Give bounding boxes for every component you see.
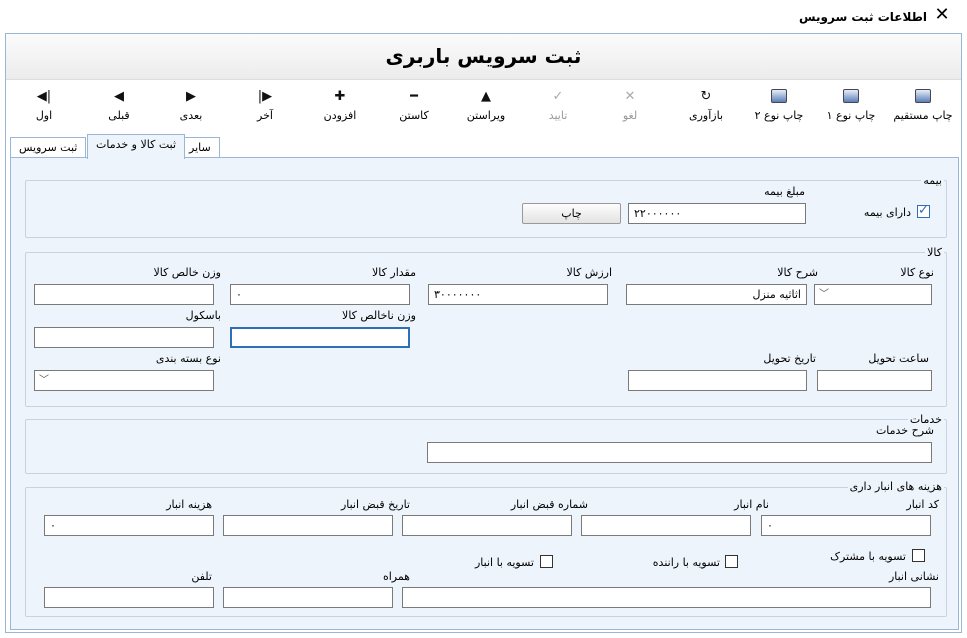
last-record-icon: ▶| [257,89,273,104]
scale-label: باسکول [185,309,221,322]
packing-type-label: نوع بسته بندی [155,352,221,365]
goods-group-label: کالا [925,246,944,259]
has-insurance-label: دارای بیمه [863,206,911,219]
insurance-group-label: بیمه [921,174,944,187]
warehouse-name-field[interactable] [581,515,751,536]
print-type1-button[interactable]: چاپ نوع ۱ [818,89,884,122]
refresh-button[interactable]: ↻ بازآوری [678,89,734,122]
prev-icon: ◀ [114,89,124,104]
goods-type-select[interactable]: ﹀ [814,284,932,305]
page-title: ثبت سرویس باربری [385,44,582,68]
scale-field[interactable] [34,327,214,348]
phone-field[interactable] [44,587,214,608]
warehouse-cost-field[interactable]: ۰ [44,515,214,536]
warehouse-address-field[interactable] [402,587,931,608]
delivery-date-field[interactable] [628,370,807,391]
printer-icon [818,89,884,105]
gross-weight-field[interactable] [230,327,410,348]
edit-button[interactable]: ▲ ویراستن [458,89,514,122]
up-arrow-icon: ▲ [481,89,491,104]
insurance-amount-label: مبلغ بیمه [764,185,805,198]
phone-label: تلفن [191,570,212,583]
settle-warehouse-label: تسویه با انبار [474,556,534,569]
tab-other[interactable]: سایر [180,137,220,158]
insurance-print-button[interactable]: چاپ [522,203,621,224]
next-button[interactable]: ▶ بعدی [168,89,214,122]
warehouse-name-label: نام انبار [734,498,769,511]
warehouse-group-label: هزینه های انبار داری [847,480,944,493]
tab-goods-services[interactable]: ثبت کالا و خدمات [87,134,186,159]
first-record-icon: |◀ [36,89,52,104]
goods-qty-field[interactable]: ۰ [230,284,410,305]
prev-button[interactable]: ◀ قبلی [96,89,142,122]
mobile-field[interactable] [223,587,393,608]
chevron-down-icon: ﹀ [819,289,829,300]
has-insurance-checkbox[interactable] [917,203,930,218]
insurance-amount-field[interactable]: ۲۲۰۰۰۰۰۰ [628,203,806,224]
chevron-down-icon: ﹀ [39,375,49,386]
delivery-date-label: تاریخ تحویل [763,352,816,365]
goods-value-label: ارزش کالا [566,266,612,279]
gross-weight-label: وزن ناخالص کالا [342,309,416,322]
settle-driver-checkbox[interactable] [725,555,738,568]
add-button[interactable]: ✚ افزودن [312,89,368,122]
cancel-icon: ✕ [624,89,636,104]
warehouse-code-label: کد انبار [906,498,939,511]
warehouse-address-label: نشانی انبار [888,570,939,583]
goods-type-label: نوع کالا [900,266,934,279]
goods-value-field[interactable]: ۳۰۰۰۰۰۰۰ [428,284,608,305]
direct-print-button[interactable]: چاپ مستقیم [888,89,958,122]
settle-customer-label: تسویه با مشترک [830,550,906,563]
packing-type-select[interactable]: ﹀ [34,370,214,391]
net-weight-label: وزن خالص کالا [153,266,221,279]
cancel-button[interactable]: ✕ لغو [606,89,654,122]
net-weight-field[interactable] [34,284,214,305]
receipt-no-field[interactable] [402,515,572,536]
remove-button[interactable]: ━ کاستن [386,89,442,122]
goods-desc-field[interactable]: اثاثیه منزل [626,284,807,305]
toolbar: چاپ مستقیم چاپ نوع ۱ چاپ نوع ۲ ↻ بازآوری… [6,81,961,131]
warehouse-cost-label: هزینه انبار [166,498,212,511]
close-icon[interactable]: ✕ [934,5,950,25]
confirm-button[interactable]: ✓ تایید [534,89,582,122]
last-button[interactable]: ▶| آخر [242,89,288,122]
printer-icon [888,89,958,105]
tab-strip: ثبت سرویس ثبت کالا و خدمات سایر [6,131,961,159]
goods-desc-label: شرح کالا [777,266,818,279]
warehouse-code-field[interactable]: ۰ [761,515,931,536]
receipt-date-label: تاریخ قبض انبار [340,498,410,511]
receipt-no-label: شماره قبض انبار [510,498,588,511]
next-icon: ▶ [186,89,196,104]
printer-icon [746,89,812,105]
plus-icon: ✚ [334,89,346,104]
confirm-icon: ✓ [552,89,564,104]
settle-driver-label: تسویه با راننده [652,556,720,569]
print-type2-button[interactable]: چاپ نوع ۲ [746,89,812,122]
goods-qty-label: مقدار کالا [372,266,416,279]
delivery-time-field[interactable] [817,370,932,391]
window-title: اطلاعات ثبت سرویس [799,10,927,24]
services-desc-label: شرح خدمات [875,424,934,437]
first-button[interactable]: |◀ اول [22,89,66,122]
tab-content: بیمه دارای بیمه مبلغ بیمه ۲۲۰۰۰۰۰۰ چاپ ک… [10,157,959,630]
settle-warehouse-checkbox[interactable] [540,555,553,568]
insurance-group [25,180,947,238]
mobile-label: همراه [382,570,410,583]
services-desc-field[interactable] [427,442,932,463]
tab-service-register[interactable]: ثبت سرویس [10,137,87,158]
minus-icon: ━ [410,89,418,104]
receipt-date-field[interactable] [223,515,393,536]
settle-customer-checkbox[interactable] [912,549,925,562]
refresh-icon: ↻ [700,89,712,104]
delivery-time-label: ساعت تحویل [868,352,929,365]
